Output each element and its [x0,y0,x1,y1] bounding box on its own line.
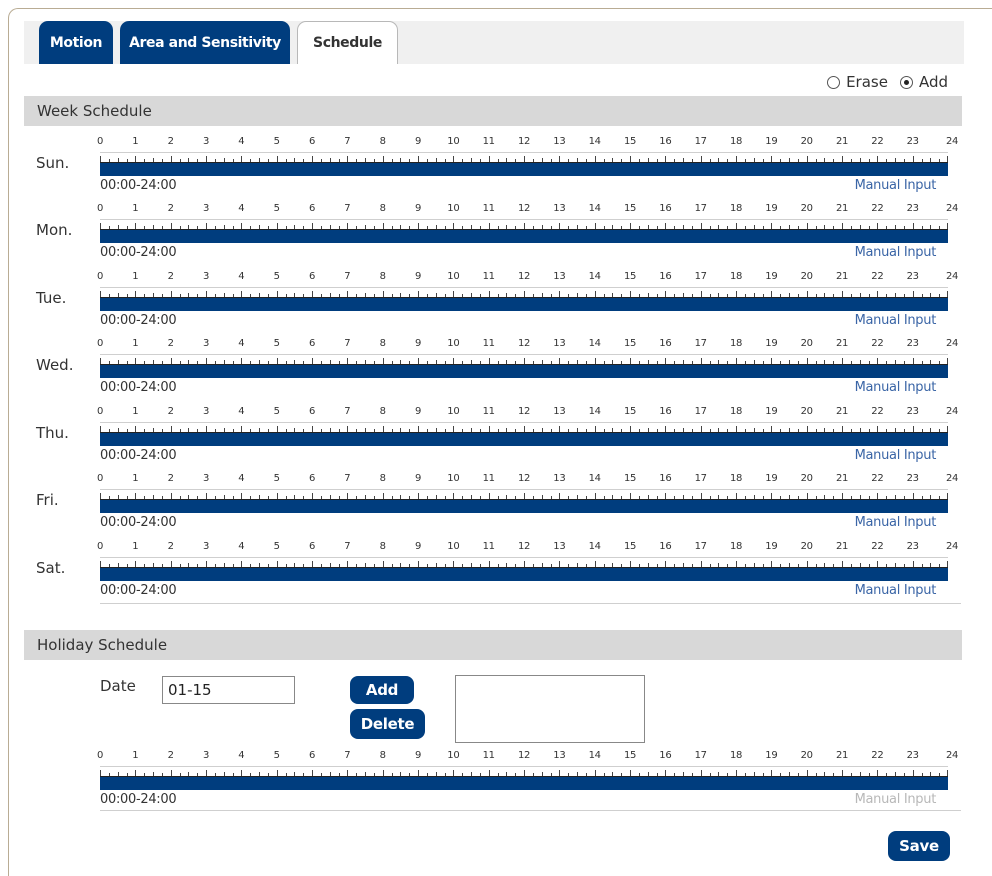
day-label: Sat. [36,559,66,577]
timeline[interactable]: 0 1 2 3 4 5 6 7 8 9 10 11 12 13 14 15 16 17 18 19 20 21 22 23 24… [97,406,958,467]
holiday-date-list[interactable] [455,675,645,743]
time-range-text: 00:00-24:00 [100,245,177,260]
manual-input-link[interactable]: Manual Input [855,380,937,395]
manual-input-link[interactable]: Manual Input [855,313,937,328]
timeline-ticks [100,548,948,567]
holiday-delete-button[interactable]: Delete [350,709,425,739]
holiday-schedule-divider [100,810,961,811]
manual-input-link[interactable]: Manual Input [855,178,937,193]
time-range-text: 00:00-24:00 [100,515,177,530]
mode-selector: Erase Add [827,73,948,91]
time-range-text: 00:00-24:00 [100,792,177,807]
week-schedule-header: Week Schedule [24,96,962,126]
timeline-ticks [100,210,948,229]
erase-label: Erase [846,73,888,91]
timeline[interactable]: 0 1 2 3 4 5 6 7 8 9 10 11 12 13 14 15 16 17 18 19 20 21 22 23 24… [97,338,958,399]
manual-input-link: Manual Input [854,792,937,807]
timeline-ticks [100,345,948,364]
time-range-text: 00:00-24:00 [100,380,177,395]
save-button[interactable]: Save [888,831,950,861]
timeline[interactable]: 0 1 2 3 4 5 6 7 8 9 10 11 12 13 14 15 16 17 18 19 20 21 22 23 24… [97,136,958,197]
timeline[interactable]: 0 1 2 3 4 5 6 7 8 9 10 11 12 13 14 15 16 17 18 19 20 21 22 23 24… [97,541,958,602]
timeline-ticks [100,757,948,776]
time-range-text: 00:00-24:00 [100,178,177,193]
manual-input-link[interactable]: Manual Input [855,448,937,463]
add-radio[interactable] [899,75,913,89]
schedule-bar[interactable] [100,297,948,311]
timeline-ticks [100,413,948,432]
manual-input-link[interactable]: Manual Input [855,583,937,598]
date-label: Date [100,677,136,695]
add-label: Add [918,73,948,91]
schedule-bar[interactable] [100,364,948,378]
schedule-bar[interactable] [100,499,948,513]
timeline[interactable]: 0 1 2 3 4 5 6 7 8 9 10 11 12 13 14 15 16 17 18 19 20 21 22 23 24… [97,203,958,264]
day-label: Fri. [36,491,59,509]
manual-input-link[interactable]: Manual Input [855,245,937,260]
time-range-text: 00:00-24:00 [100,448,177,463]
schedule-bar[interactable] [100,162,948,176]
week-schedule-divider [100,603,961,604]
schedule-bar[interactable] [100,432,948,446]
time-range-text: 00:00-24:00 [100,583,177,598]
schedule-bar[interactable] [100,567,948,581]
timeline[interactable]: 0 1 2 3 4 5 6 7 8 9 10 11 12 13 14 15 16 17 18 19 20 21 22 23 24… [97,271,958,332]
tab-schedule[interactable]: Schedule [297,21,398,64]
timeline-ticks [100,480,948,499]
day-label: Wed. [36,356,74,374]
tab-area-and-sensitivity[interactable]: Area and Sensitivity [120,21,290,64]
time-range-text: 00:00-24:00 [100,313,177,328]
day-label: Mon. [36,221,73,239]
holiday-schedule-header: Holiday Schedule [24,630,962,660]
schedule-bar[interactable] [100,776,948,790]
day-label: Tue. [36,289,67,307]
timeline[interactable]: 0 1 2 3 4 5 6 7 8 9 10 11 12 13 14 15 16 17 18 19 20 21 22 23 24… [97,750,958,811]
schedule-bar[interactable] [100,229,948,243]
timeline-ticks [100,143,948,162]
day-label: Sun. [36,154,70,172]
erase-radio[interactable] [827,75,841,89]
timeline-ticks [100,278,948,297]
manual-input-link[interactable]: Manual Input [855,515,937,530]
day-label: Thu. [36,424,69,442]
timeline[interactable]: 0 1 2 3 4 5 6 7 8 9 10 11 12 13 14 15 16 17 18 19 20 21 22 23 24… [97,473,958,534]
date-input[interactable] [162,676,295,704]
tab-motion[interactable]: Motion [39,21,113,64]
holiday-add-button[interactable]: Add [350,676,414,704]
